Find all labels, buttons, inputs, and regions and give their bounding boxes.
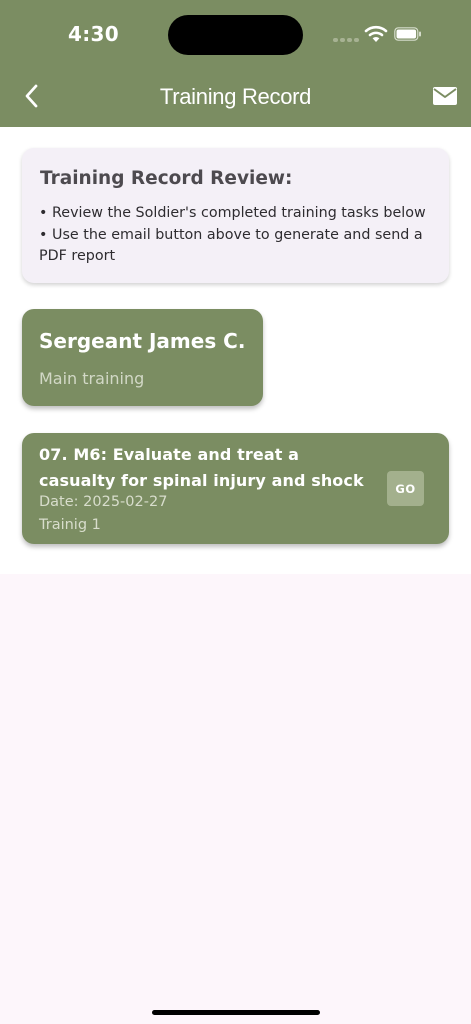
content-area: Training Record Review: • Review the Sol… (0, 127, 471, 574)
email-button[interactable] (432, 86, 458, 106)
task-subtitle: Trainig 1 (39, 517, 101, 533)
page-title: Training Record (159, 84, 312, 109)
soldier-card[interactable]: Sergeant James C. Main training (22, 309, 263, 406)
soldier-name: Sergeant James C. (39, 329, 246, 353)
home-indicator[interactable] (152, 1010, 320, 1015)
review-title: Training Record Review: (40, 168, 293, 189)
task-card[interactable]: 07. M6: Evaluate and treat a casualty fo… (22, 433, 449, 544)
review-card: Training Record Review: • Review the Sol… (22, 148, 449, 283)
dynamic-island (168, 15, 303, 55)
soldier-subtitle: Main training (39, 369, 145, 388)
task-date: Date: 2025-02-27 (39, 494, 168, 510)
status-time: 4:30 (68, 22, 119, 46)
review-instructions: • Review the Soldier's completed trainin… (39, 205, 426, 264)
task-title: 07. M6: Evaluate and treat a casualty fo… (39, 445, 364, 490)
battery-icon (394, 27, 421, 41)
cellular-signal-icon (333, 38, 359, 42)
go-button[interactable]: GO (387, 471, 424, 506)
wifi-icon (364, 25, 388, 42)
top-bar: 4:30 Training Record (0, 0, 471, 127)
